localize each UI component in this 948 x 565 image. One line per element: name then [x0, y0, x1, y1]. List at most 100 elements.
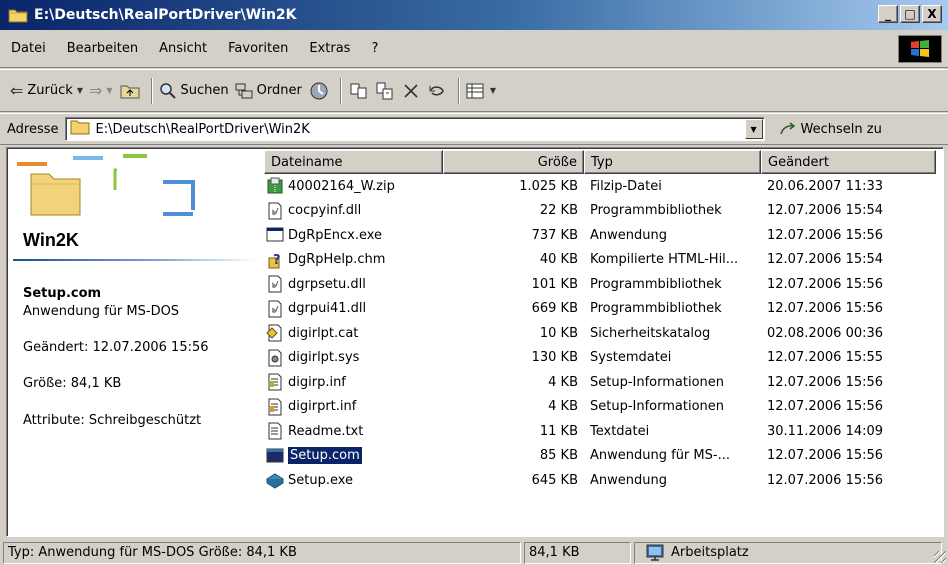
- selected-file-type: Anwendung für MS-DOS: [23, 304, 180, 319]
- file-row[interactable]: digirprt.inf 4 KB Setup-Informationen 12.07…: [264, 395, 940, 420]
- file-row[interactable]: cocpyinf.dll 22 KB Programmbibliothek 12.07…: [264, 199, 940, 224]
- column-headers: Dateiname Größe Typ Geändert: [264, 150, 940, 174]
- forward-arrow-icon: ⇒: [88, 81, 103, 100]
- chevron-down-icon: ▼: [750, 124, 757, 134]
- close-button[interactable]: X: [922, 5, 942, 23]
- file-name[interactable]: dgrpsetu.dll: [288, 277, 366, 292]
- menu-bearbeiten[interactable]: Bearbeiten: [56, 41, 148, 56]
- menu-ansicht[interactable]: Ansicht: [148, 41, 217, 56]
- file-name[interactable]: DgRpEncx.exe: [288, 228, 382, 243]
- folder-graphic-icon: [13, 152, 203, 222]
- file-name-cell: DgRpEncx.exe: [264, 225, 443, 245]
- title-bar[interactable]: E:\Deutsch\RealPortDriver\Win2K _ □ X: [0, 0, 948, 30]
- file-name[interactable]: Setup.exe: [288, 473, 353, 488]
- up-folder-icon[interactable]: [119, 80, 141, 102]
- search-button[interactable]: Suchen: [159, 82, 229, 100]
- file-modified: 12.07.2006 15:56: [767, 448, 884, 464]
- file-name[interactable]: digirprt.inf: [288, 399, 356, 414]
- folder-title: Win2K: [23, 230, 79, 250]
- file-type: Anwendung für MS-...: [590, 448, 730, 464]
- file-modified: 30.11.2006 14:09: [767, 423, 884, 439]
- cat-icon: [264, 323, 286, 343]
- move-to-icon[interactable]: [348, 80, 370, 102]
- column-header-name[interactable]: Dateiname: [264, 150, 443, 174]
- file-name[interactable]: digirp.inf: [288, 375, 346, 390]
- file-size: 669 KB: [531, 301, 578, 317]
- maximize-button[interactable]: □: [900, 5, 920, 23]
- file-size: 4 KB: [548, 399, 578, 415]
- dll-icon: [264, 299, 286, 319]
- file-name-cell: digirlpt.cat: [264, 323, 443, 343]
- file-row[interactable]: digirlpt.sys 130 KB Systemdatei 12.07.2006 …: [264, 346, 940, 371]
- column-header-type[interactable]: Typ: [584, 150, 761, 174]
- menu-datei[interactable]: Datei: [0, 41, 56, 56]
- setup-exe-icon: [264, 470, 286, 490]
- back-button[interactable]: ⇐ Zurück ▼: [10, 81, 83, 100]
- resize-grip[interactable]: [934, 551, 946, 563]
- menu-favoriten[interactable]: Favoriten: [217, 41, 298, 56]
- copy-to-icon[interactable]: [374, 80, 396, 102]
- file-name-cell: dgrpui41.dll: [264, 299, 443, 319]
- file-row[interactable]: Readme.txt 11 KB Textdatei 30.11.2006 14:09: [264, 419, 940, 444]
- file-type: Programmbibliothek: [590, 276, 722, 292]
- file-name-cell: digirprt.inf: [264, 397, 443, 417]
- minimize-button[interactable]: _: [878, 5, 898, 23]
- folder-icon: [8, 7, 28, 23]
- zip-icon: [264, 176, 286, 196]
- file-name-cell: 40002164_W.zip: [264, 176, 443, 196]
- go-button[interactable]: Wechseln zu: [779, 121, 882, 137]
- history-icon[interactable]: [308, 80, 330, 102]
- chm-icon: ?: [264, 250, 286, 270]
- file-row[interactable]: ? DgRpHelp.chm 40 KB Kompilierte HTML-Hil..…: [264, 248, 940, 273]
- file-name[interactable]: digirlpt.sys: [288, 350, 359, 365]
- folders-icon: [235, 83, 253, 98]
- views-button[interactable]: ▼: [466, 82, 496, 100]
- column-header-modified[interactable]: Geändert: [761, 150, 936, 174]
- computer-icon: [646, 544, 664, 561]
- file-row[interactable]: 40002164_W.zip 1.025 KB Filzip-Datei 20.06.…: [264, 174, 940, 199]
- file-type: Setup-Informationen: [590, 374, 725, 390]
- file-name[interactable]: DgRpHelp.chm: [288, 252, 385, 267]
- inf-icon: [264, 397, 286, 417]
- file-name-cell: ? DgRpHelp.chm: [264, 250, 443, 270]
- file-row[interactable]: dgrpsetu.dll 101 KB Programmbibliothek 12.0…: [264, 272, 940, 297]
- file-type: Filzip-Datei: [590, 178, 662, 194]
- address-dropdown-button[interactable]: ▼: [744, 119, 763, 139]
- search-icon: [159, 82, 176, 99]
- file-size: 737 KB: [531, 227, 578, 243]
- file-name[interactable]: Setup.com: [288, 447, 362, 465]
- file-row[interactable]: Setup.exe 645 KB Anwendung 12.07.2006 15:56: [264, 468, 940, 493]
- menu-help[interactable]: ?: [360, 41, 388, 56]
- details-pane: Win2K Setup.com Anwendung für MS-DOS Geä…: [9, 150, 257, 530]
- file-name[interactable]: Readme.txt: [288, 424, 363, 439]
- file-name[interactable]: dgrpui41.dll: [288, 301, 366, 316]
- file-modified: 12.07.2006 15:56: [767, 399, 884, 415]
- file-name[interactable]: digirlpt.cat: [288, 326, 358, 341]
- folders-button[interactable]: Ordner: [235, 82, 302, 100]
- file-row[interactable]: digirlpt.cat 10 KB Sicherheitskatalog 02.08…: [264, 321, 940, 346]
- selected-file-name: Setup.com: [23, 286, 102, 301]
- file-rows: 40002164_W.zip 1.025 KB Filzip-Datei 20.06.…: [264, 174, 940, 493]
- file-modified: 12.07.2006 15:54: [767, 252, 884, 268]
- menu-extras[interactable]: Extras: [298, 41, 360, 56]
- file-name[interactable]: cocpyinf.dll: [288, 203, 361, 218]
- exe-icon: [264, 225, 286, 245]
- file-name[interactable]: 40002164_W.zip: [288, 179, 395, 194]
- column-header-size[interactable]: Größe: [443, 150, 584, 174]
- undo-icon[interactable]: [426, 80, 448, 102]
- inf-icon: [264, 372, 286, 392]
- file-type: Systemdatei: [590, 350, 672, 366]
- file-size: 645 KB: [531, 472, 578, 488]
- toolbar-separator: [339, 77, 342, 104]
- file-row[interactable]: DgRpEncx.exe 737 KB Anwendung 12.07.2006 15…: [264, 223, 940, 248]
- file-row[interactable]: Setup.com 85 KB Anwendung für MS-... 12.07.…: [264, 444, 940, 469]
- forward-button[interactable]: ⇒ ▼: [89, 81, 113, 100]
- file-size: 85 KB: [539, 448, 578, 464]
- address-input[interactable]: E:\Deutsch\RealPortDriver\Win2K ▼: [64, 117, 765, 141]
- delete-icon[interactable]: [400, 80, 422, 102]
- file-size: 40 KB: [539, 252, 578, 268]
- file-modified: 12.07.2006 15:56: [767, 472, 884, 488]
- file-row[interactable]: digirp.inf 4 KB Setup-Informationen 12.07.2…: [264, 370, 940, 395]
- file-row[interactable]: dgrpui41.dll 669 KB Programmbibliothek 12.0…: [264, 297, 940, 322]
- file-modified: 12.07.2006 15:56: [767, 227, 884, 243]
